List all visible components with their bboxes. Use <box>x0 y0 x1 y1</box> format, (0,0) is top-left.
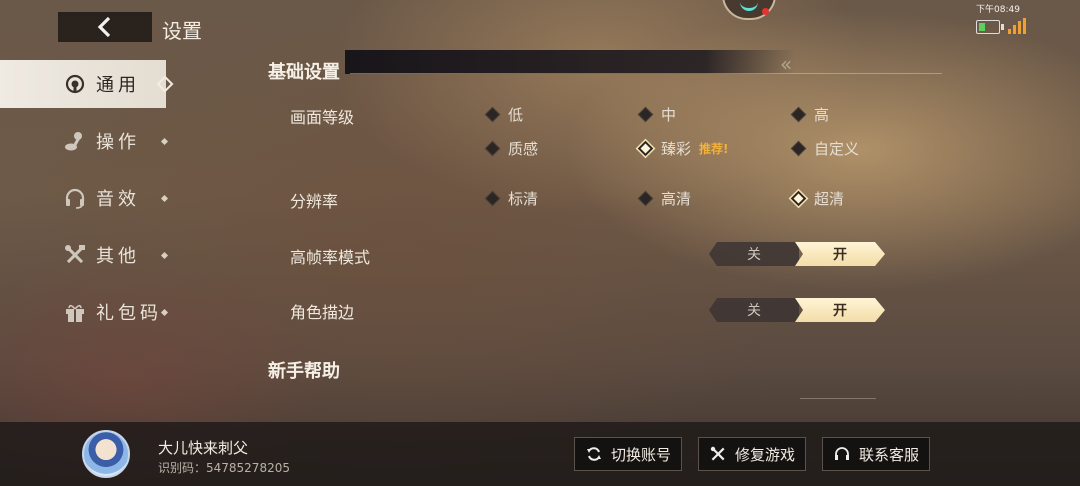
gift-icon <box>63 300 87 324</box>
headset-icon <box>833 445 851 463</box>
toggle-on-option[interactable]: 开 <box>795 298 885 322</box>
radio-diamond-icon <box>790 140 807 156</box>
status-time: 下午08:49 <box>976 5 1020 15</box>
quality-option-low[interactable]: 低 <box>484 103 523 125</box>
sidebar-item-label: 操作 <box>96 132 140 153</box>
page-title: 设置 <box>162 19 202 43</box>
nav-dot <box>160 308 169 316</box>
section-divider <box>800 398 876 399</box>
toggle-off-option[interactable]: 关 <box>709 298 799 322</box>
sidebar-item-label: 音效 <box>96 189 140 210</box>
sidebar-item-audio[interactable]: 音效 <box>0 174 169 222</box>
resolution-option-uhd[interactable]: 超清 <box>790 187 844 209</box>
battery-icon <box>976 20 1004 34</box>
toggle-off-option[interactable]: 关 <box>709 242 799 266</box>
sidebar-item-general[interactable]: 通用 <box>0 60 174 108</box>
broadcast-icon <box>63 72 87 96</box>
avatar[interactable] <box>82 430 130 478</box>
quality-option-medium[interactable]: 中 <box>637 103 676 125</box>
toggle-on-option[interactable]: 开 <box>795 242 885 266</box>
chevron-left-icon <box>97 16 111 38</box>
radio-diamond-icon <box>484 190 501 206</box>
section-divider <box>350 73 942 74</box>
high-fps-toggle[interactable]: 关 开 <box>709 242 885 266</box>
center-badge-icon <box>722 0 776 20</box>
section-header-bar <box>345 50 795 74</box>
switch-account-button[interactable]: 切换账号 <box>574 437 682 471</box>
selected-marker <box>156 75 174 93</box>
tools-icon <box>63 243 87 267</box>
contact-support-button[interactable]: 联系客服 <box>822 437 930 471</box>
recommend-badge: 推荐! <box>699 141 729 156</box>
username: 大儿快来刺父 <box>158 439 249 457</box>
quality-option-premium[interactable]: 臻彩 推荐! <box>637 137 729 159</box>
resolution-option-sd[interactable]: 标清 <box>484 187 538 209</box>
repair-game-button[interactable]: 修复游戏 <box>698 437 806 471</box>
high-fps-label: 高帧率模式 <box>290 248 371 267</box>
sidebar-item-controls[interactable]: 操作 <box>0 117 169 165</box>
radio-diamond-icon <box>790 106 807 122</box>
radio-diamond-icon <box>484 106 501 122</box>
radio-diamond-icon <box>637 106 654 122</box>
back-button[interactable] <box>58 12 152 42</box>
radio-diamond-icon <box>484 140 501 156</box>
chevron-left-icon: « <box>780 52 793 76</box>
section-title-basic: 基础设置 <box>268 62 340 83</box>
user-id: 识别码：54785278205 <box>158 461 290 475</box>
signal-icon <box>1008 18 1030 34</box>
sidebar-item-other[interactable]: 其他 <box>0 231 169 279</box>
sidebar-item-gift-code[interactable]: 礼包码 <box>0 288 169 336</box>
radio-diamond-icon <box>637 190 654 206</box>
sidebar-item-label: 通用 <box>96 75 140 96</box>
quality-option-high[interactable]: 高 <box>790 103 829 125</box>
nav-dot <box>160 194 169 202</box>
resolution-option-hd[interactable]: 高清 <box>637 187 691 209</box>
resolution-label: 分辨率 <box>290 192 339 211</box>
tools-icon <box>709 445 727 463</box>
quality-label: 画面等级 <box>290 108 355 127</box>
nav-dot <box>160 137 169 145</box>
refresh-icon <box>585 445 603 463</box>
quality-option-texture[interactable]: 质感 <box>484 137 538 159</box>
headset-icon <box>63 186 87 210</box>
sidebar-item-label: 其他 <box>96 246 140 267</box>
outline-toggle[interactable]: 关 开 <box>709 298 885 322</box>
radio-diamond-selected-icon <box>637 140 654 156</box>
quality-option-custom[interactable]: 自定义 <box>790 137 859 159</box>
joystick-icon <box>63 129 87 153</box>
sidebar-item-label: 礼包码 <box>96 303 162 324</box>
nav-dot <box>160 251 169 259</box>
radio-diamond-selected-icon <box>790 190 807 206</box>
outline-label: 角色描边 <box>290 303 355 322</box>
section-title-help: 新手帮助 <box>268 361 340 382</box>
